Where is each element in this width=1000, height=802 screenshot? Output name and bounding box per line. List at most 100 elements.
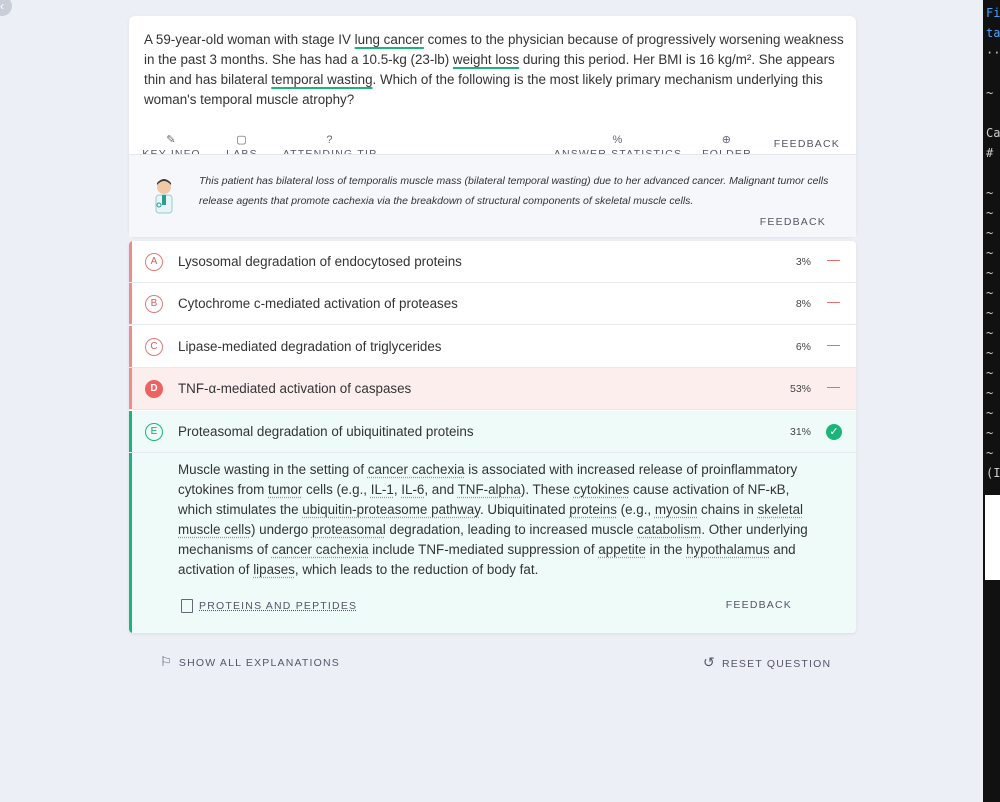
choice-indicator-bar <box>129 410 132 452</box>
choice-text: Proteasomal degradation of ubiquitinated… <box>178 423 474 439</box>
explanation-text: chains in <box>697 502 758 517</box>
terminal-line: ~ <box>986 206 994 220</box>
explanation-link[interactable]: catabolism <box>637 522 701 537</box>
explanation-text: , and <box>424 482 458 497</box>
terminal-line: ~ <box>986 406 994 420</box>
explanation-text: in the <box>645 542 687 557</box>
explanation-link[interactable]: hypothalamus <box>686 542 769 557</box>
attending-tip-panel: This patient has bilateral loss of tempo… <box>129 154 856 237</box>
terminal-line: ~ <box>986 286 994 300</box>
terminal-line: ~ <box>986 246 994 260</box>
answer-choices: Muscle wasting in the setting of cancer … <box>129 241 856 633</box>
explanation-text: . Ubiquitinated <box>479 502 570 517</box>
choice-letter: B <box>145 295 163 314</box>
terminal-line: Fi <box>986 6 1000 20</box>
answer-explanation: Muscle wasting in the setting of cancer … <box>129 453 856 633</box>
explanation-link[interactable]: myosin <box>655 502 697 517</box>
terminal-block <box>985 495 1000 580</box>
explanation-link[interactable]: cancer cachexia <box>368 462 465 477</box>
explanation-link[interactable]: lipases <box>253 562 295 577</box>
topic-link[interactable]: PROTEINS AND PEPTIDES <box>181 599 357 613</box>
choice-indicator-bar <box>129 325 132 367</box>
question-circle-icon: ? <box>326 134 334 146</box>
answer-choice-d[interactable]: D TNF-α-mediated activation of caspases 53… <box>129 368 856 411</box>
choice-text: Lysosomal degradation of endocytosed pro… <box>178 254 462 269</box>
terminal-line: ~ <box>986 306 994 320</box>
choice-text: Cytochrome c-mediated activation of prot… <box>178 296 458 312</box>
explanation-link[interactable]: tumor <box>268 482 302 497</box>
minus-icon[interactable]: — <box>827 294 840 309</box>
reset-icon: ↺ <box>703 654 716 670</box>
choice-percentage: 53% <box>789 383 811 396</box>
choice-indicator-bar <box>129 368 132 410</box>
choice-percentage: 6% <box>795 340 811 353</box>
terminal-line: Ca <box>986 126 1000 140</box>
question-stem: A 59-year-old woman with stage IV lung c… <box>144 30 844 110</box>
explanation-text: Muscle wasting in the setting of <box>178 462 368 477</box>
minus-icon[interactable]: — <box>827 379 840 394</box>
explanation-feedback-button[interactable]: FEEDBACK <box>726 599 792 611</box>
question-card: A 59-year-old woman with stage IV lung c… <box>129 16 856 237</box>
explanation-text: degradation, leading to increased muscle <box>385 522 638 537</box>
explanation-link[interactable]: IL-6 <box>401 482 424 497</box>
choice-letter: A <box>145 253 163 271</box>
correct-indicator-bar <box>129 453 132 633</box>
pencil-icon: ✎ <box>166 134 177 146</box>
terminal-line: ~ <box>986 86 994 100</box>
explanation-text: , which leads to the reduction of body f… <box>294 562 539 577</box>
question-feedback-button[interactable]: FEEDBACK <box>774 138 840 150</box>
question-page: ‹ A 59-year-old woman with stage IV lung… <box>0 0 983 802</box>
explanation-link[interactable]: cancer cachexia <box>272 542 369 557</box>
stem-link[interactable]: weight loss <box>453 52 519 67</box>
stem-link[interactable]: lung cancer <box>355 32 424 47</box>
terminal-line: ~ <box>986 446 994 460</box>
terminal-line: ~ <box>986 266 994 280</box>
show-all-explanations-button[interactable]: ⚐ SHOW ALL EXPLANATIONS <box>160 654 340 670</box>
reset-label: RESET QUESTION <box>721 658 832 670</box>
choice-letter: E <box>145 422 163 441</box>
explanation-link[interactable]: appetite <box>598 542 646 557</box>
flag-icon: ⚐ <box>160 654 173 669</box>
choice-indicator-bar <box>129 241 132 282</box>
choice-percentage: 8% <box>795 298 811 311</box>
terminal-line: ~ <box>986 366 994 380</box>
doctor-avatar-icon <box>155 179 173 214</box>
minus-icon[interactable]: — <box>827 337 840 352</box>
explanation-link[interactable]: cytokines <box>574 482 630 497</box>
explanation-text: (e.g., <box>616 502 655 517</box>
answer-choice-a[interactable]: A Lysosomal degradation of endocytosed pr… <box>129 241 856 283</box>
clipboard-icon: ▢ <box>236 134 248 146</box>
explanation-link[interactable]: ubiquitin-proteasome pathway <box>302 502 480 517</box>
topic-label: PROTEINS AND PEPTIDES <box>199 599 358 612</box>
choice-percentage: 3% <box>795 256 811 268</box>
explanation-text: cells (e.g., <box>302 482 371 497</box>
explanation-text: Muscle wasting in the setting of cancer … <box>178 460 818 580</box>
terminal-line: # <box>986 146 994 160</box>
choice-letter: D <box>145 380 163 399</box>
terminal-line: (I <box>986 466 1000 480</box>
show-all-label: SHOW ALL EXPLANATIONS <box>178 657 341 669</box>
terminal-line: ~ <box>986 186 994 200</box>
stem-link[interactable]: temporal wasting <box>271 72 372 87</box>
explanation-text: include TNF-mediated suppression of <box>368 542 599 557</box>
terminal-line: ~ <box>986 346 994 360</box>
explanation-link[interactable]: proteins <box>569 502 617 517</box>
terminal-line: ~ <box>986 386 994 400</box>
choice-percentage: 31% <box>789 425 811 438</box>
answer-choice-e[interactable]: E Proteasomal degradation of ubiquitinate… <box>129 410 856 453</box>
tip-feedback-button[interactable]: FEEDBACK <box>760 216 826 228</box>
explanation-link[interactable]: TNF-alpha <box>458 482 521 497</box>
explanation-text: ). These <box>520 482 574 497</box>
reset-question-button[interactable]: ↺ RESET QUESTION <box>703 654 831 671</box>
answer-choice-b[interactable]: B Cytochrome c-mediated activation of pro… <box>129 283 856 326</box>
terminal-line: ta <box>986 26 1000 40</box>
minus-icon[interactable]: — <box>827 252 840 267</box>
percent-icon: % <box>612 134 624 146</box>
explanation-text: ) undergo <box>250 522 312 537</box>
explanation-link[interactable]: proteasomal <box>312 522 386 537</box>
stem-text: A 59-year-old woman with stage IV <box>144 32 355 47</box>
answer-choice-c[interactable]: C Lipase-mediated degradation of triglyce… <box>129 325 856 368</box>
explanation-link[interactable]: IL-1 <box>371 482 394 497</box>
choice-text: Lipase-mediated degradation of triglycer… <box>178 338 442 354</box>
back-icon[interactable]: ‹ <box>0 0 12 16</box>
